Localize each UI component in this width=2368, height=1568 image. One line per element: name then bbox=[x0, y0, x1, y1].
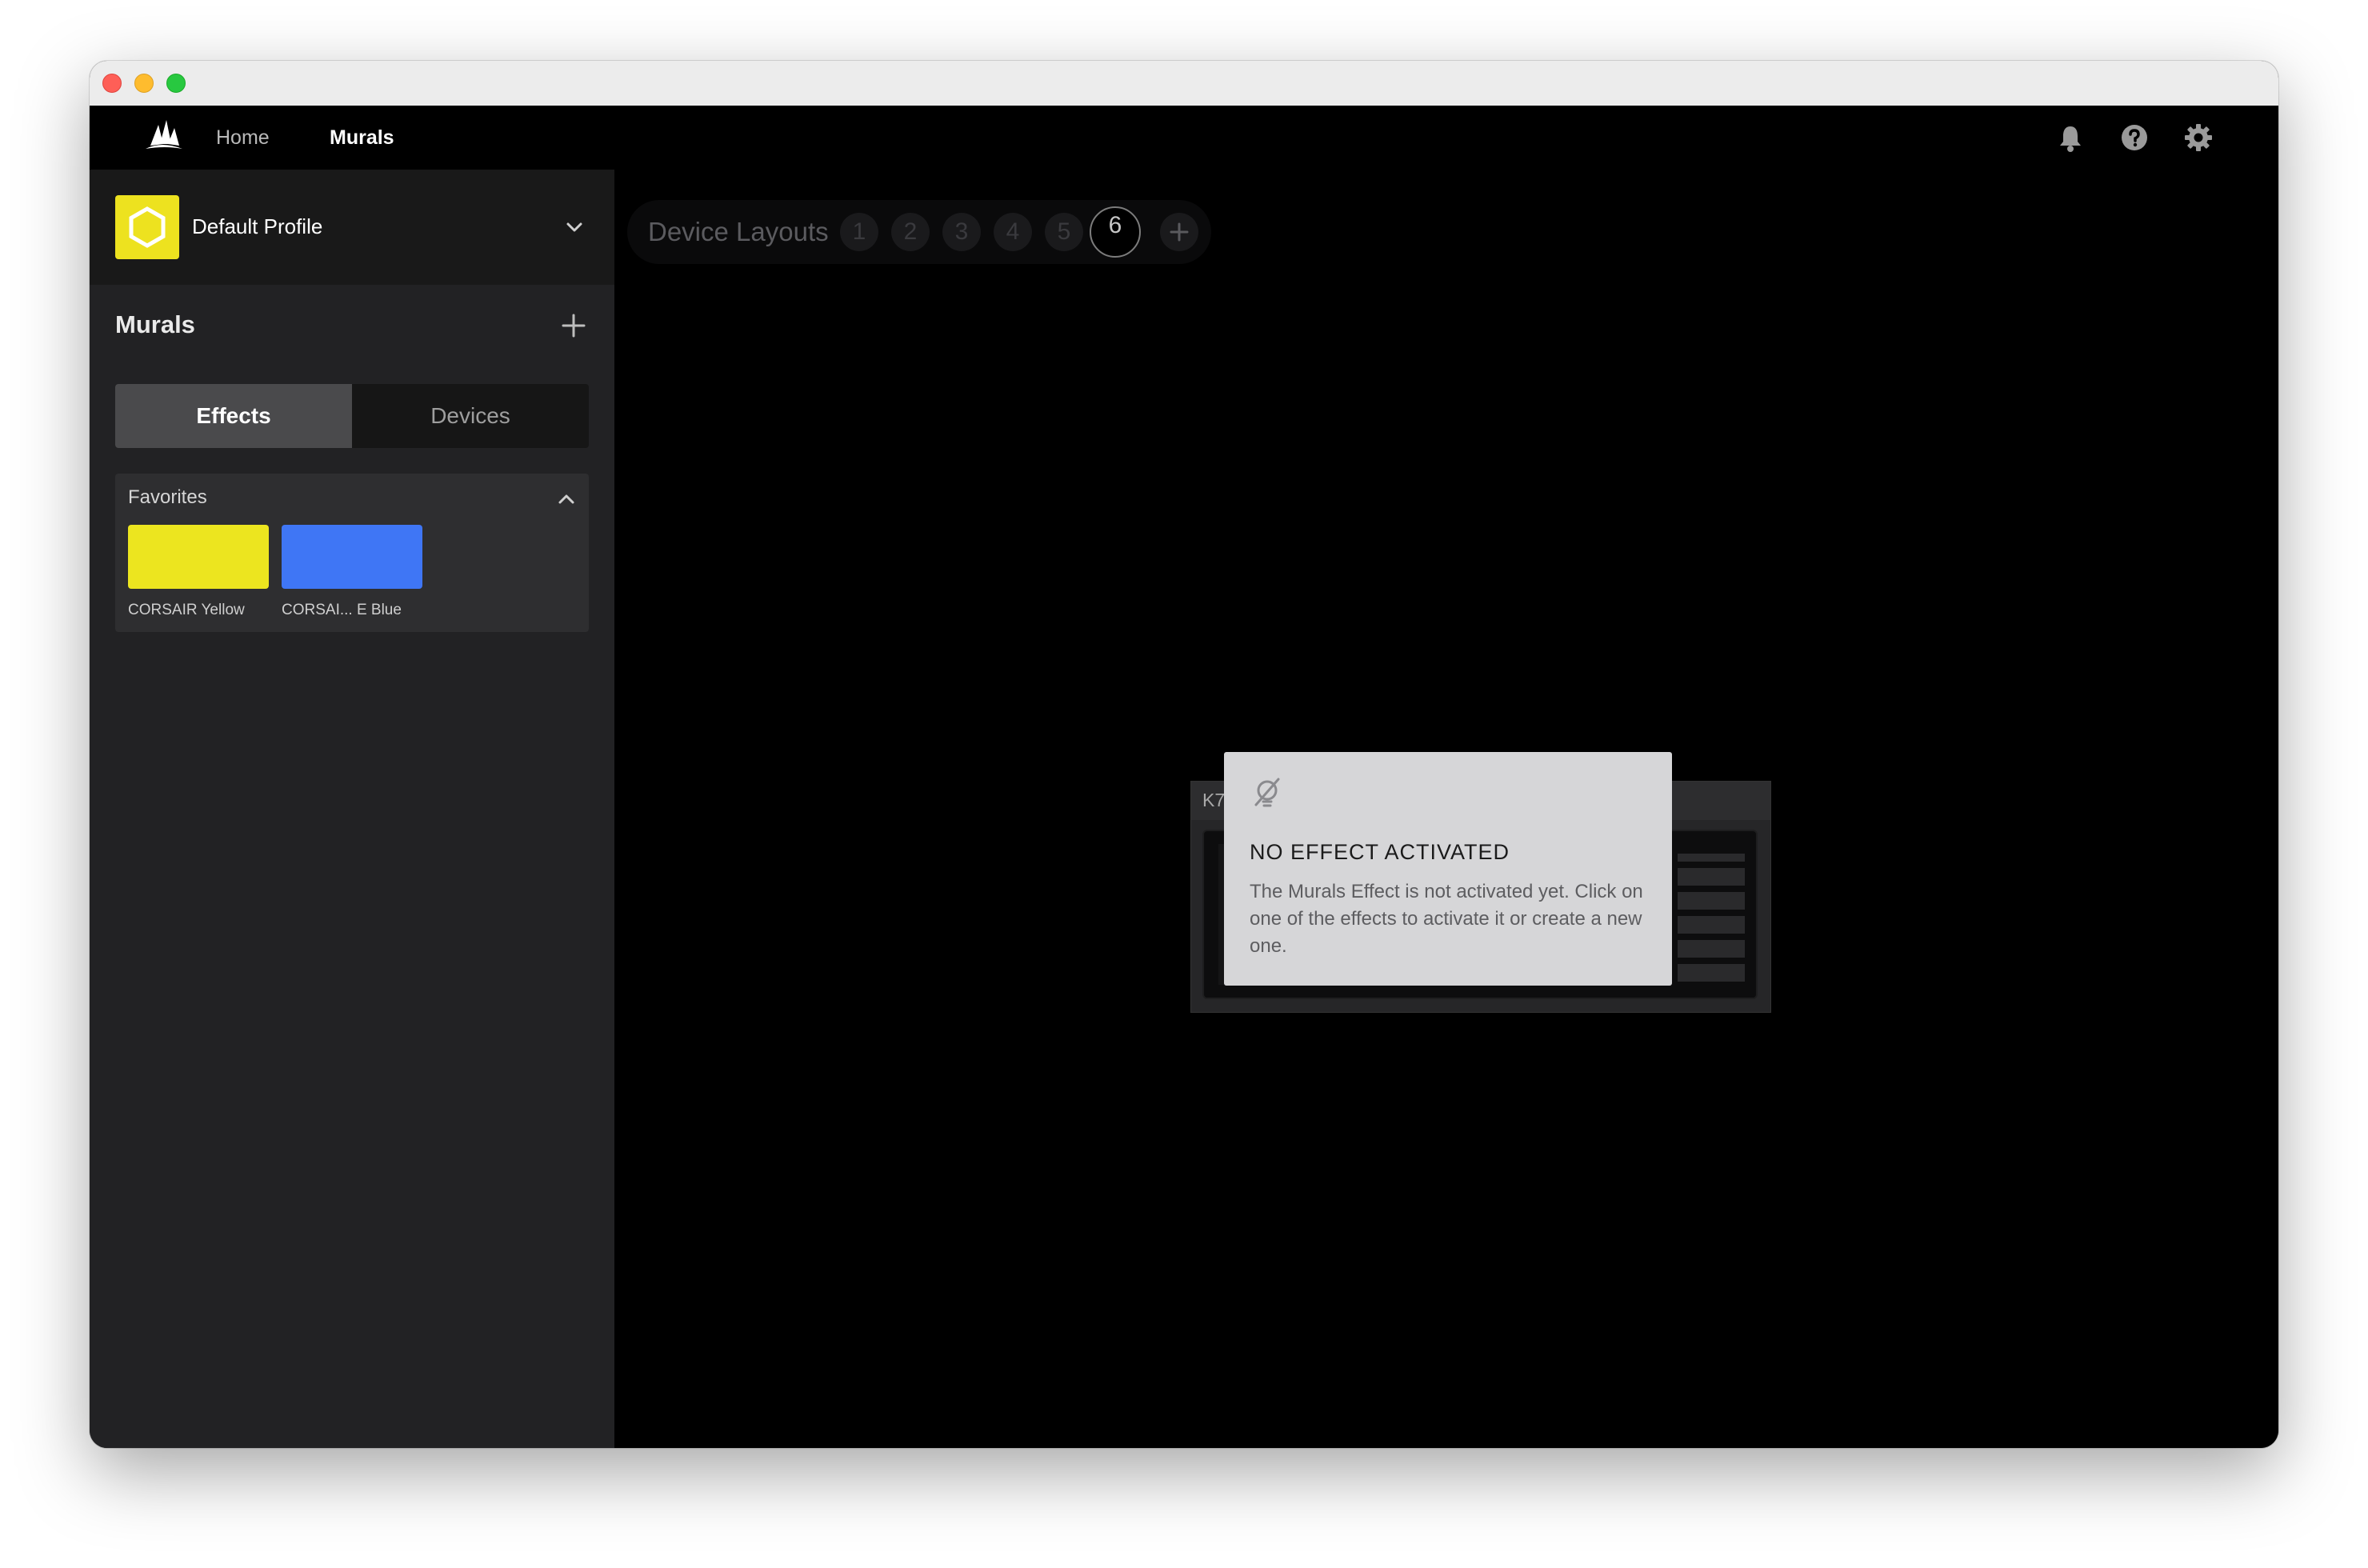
device-layouts-bar: Device Layouts 1 2 3 4 5 6 bbox=[627, 200, 1211, 264]
effect-label-blue: CORSAI... E Blue bbox=[282, 602, 402, 618]
app-window: Home Murals Default Profile Murals Effec… bbox=[90, 61, 2278, 1448]
effect-label-yellow: CORSAIR Yellow bbox=[128, 602, 245, 618]
layout-button-4[interactable]: 4 bbox=[994, 213, 1032, 251]
layout-button-3[interactable]: 3 bbox=[942, 213, 981, 251]
nav-home-link[interactable]: Home bbox=[216, 106, 270, 170]
favorites-title: Favorites bbox=[128, 486, 207, 508]
title-bar bbox=[90, 61, 2278, 106]
notice-title: NO EFFECT ACTIVATED bbox=[1250, 840, 1510, 864]
effect-swatch-blue[interactable] bbox=[282, 525, 422, 589]
sidebar: Default Profile Murals Effects Devices F… bbox=[90, 170, 614, 1448]
corsair-logo-icon[interactable] bbox=[141, 114, 186, 158]
plus-icon bbox=[1170, 222, 1189, 242]
effect-swatch-yellow[interactable] bbox=[128, 525, 269, 589]
favorites-panel: Favorites CORSAIR Yellow CORSAI... E Blu… bbox=[115, 474, 589, 632]
add-mural-button[interactable] bbox=[560, 312, 587, 339]
layout-button-1[interactable]: 1 bbox=[840, 213, 878, 251]
gear-icon[interactable] bbox=[2182, 122, 2214, 154]
effects-devices-tabs: Effects Devices bbox=[115, 384, 589, 448]
chevron-down-icon[interactable] bbox=[563, 216, 586, 238]
chevron-up-icon[interactable] bbox=[555, 488, 578, 510]
help-icon[interactable] bbox=[2118, 122, 2150, 154]
bell-icon[interactable] bbox=[2054, 122, 2086, 154]
layout-button-6[interactable]: 6 bbox=[1090, 206, 1141, 258]
tab-devices[interactable]: Devices bbox=[352, 384, 589, 448]
lightbulb-off-icon bbox=[1254, 778, 1280, 807]
minimize-window-button[interactable] bbox=[134, 74, 154, 93]
profile-name: Default Profile bbox=[192, 214, 323, 238]
main-canvas: Device Layouts 1 2 3 4 5 6 K70 CORE RGB bbox=[614, 170, 2278, 1448]
zoom-window-button[interactable] bbox=[166, 74, 186, 93]
top-navigation: Home Murals bbox=[90, 106, 2278, 170]
hexagon-icon bbox=[129, 206, 166, 248]
keyboard-numpad bbox=[1678, 854, 1745, 982]
notice-body: The Murals Effect is not activated yet. … bbox=[1250, 881, 1643, 957]
profile-selector[interactable]: Default Profile bbox=[90, 170, 614, 285]
layout-button-5[interactable]: 5 bbox=[1045, 213, 1083, 251]
layout-button-2[interactable]: 2 bbox=[891, 213, 930, 251]
add-layout-button[interactable] bbox=[1160, 213, 1198, 251]
profile-badge bbox=[115, 195, 179, 259]
no-effect-notice: NO EFFECT ACTIVATED The Murals Effect is… bbox=[1224, 752, 1672, 986]
tab-effects[interactable]: Effects bbox=[115, 384, 352, 448]
device-layouts-label: Device Layouts bbox=[648, 217, 829, 246]
murals-section-title: Murals bbox=[115, 310, 195, 338]
close-window-button[interactable] bbox=[102, 74, 122, 93]
nav-murals-link[interactable]: Murals bbox=[330, 106, 394, 170]
